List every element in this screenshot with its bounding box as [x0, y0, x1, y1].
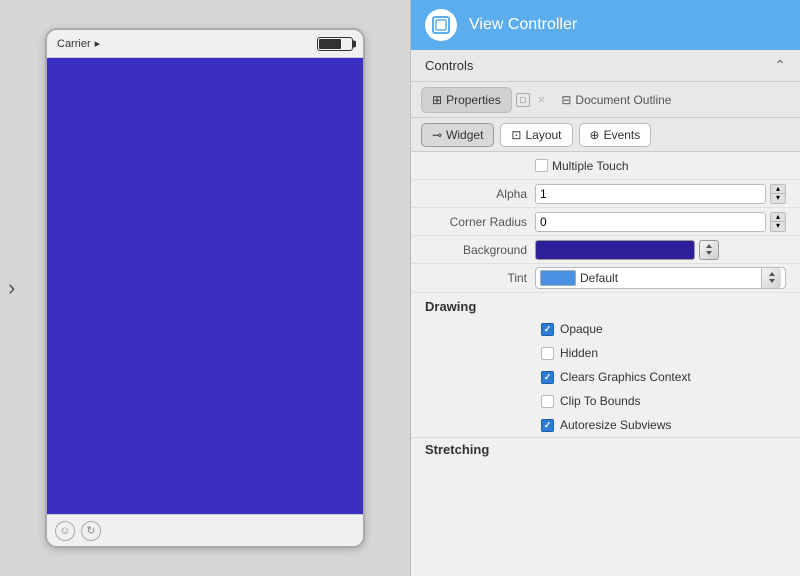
- corner-radius-stepper-down[interactable]: ▾: [770, 222, 786, 232]
- clears-graphics-checkbox[interactable]: [541, 371, 554, 384]
- tint-label: Tint: [425, 271, 535, 285]
- tint-dropdown-arrow[interactable]: [761, 268, 781, 288]
- doc-outline-label: Document Outline: [575, 93, 671, 107]
- multiple-touch-row: Multiple Touch: [411, 152, 800, 180]
- hidden-row: Hidden: [411, 341, 800, 365]
- corner-radius-input[interactable]: [535, 212, 766, 232]
- properties-icon: ⊞: [432, 93, 442, 107]
- properties-label: Properties: [446, 93, 501, 107]
- status-bar: Carrier ▸: [47, 30, 363, 58]
- corner-radius-row: Corner Radius ▴ ▾: [411, 208, 800, 236]
- tint-dropdown[interactable]: Default: [535, 267, 786, 289]
- tint-value: Default: [535, 267, 786, 289]
- vc-title: View Controller: [469, 16, 577, 34]
- tab-doc-outline[interactable]: ⊟ Document Outline: [553, 93, 679, 107]
- alpha-input[interactable]: [535, 184, 766, 204]
- tint-color-swatch: [540, 270, 576, 286]
- controls-row: Controls ⌃: [411, 50, 800, 82]
- controls-collapse-button[interactable]: ⌃: [774, 57, 786, 74]
- events-label: Events: [604, 128, 641, 142]
- widget-row: ⊸ Widget ⊡ Layout ⊕ Events: [411, 118, 800, 152]
- tabs-row: ⊞ Properties □ × ⊟ Document Outline: [411, 82, 800, 118]
- wifi-icon: ▸: [95, 37, 101, 50]
- bottom-bar: ☺ ↻: [47, 514, 363, 546]
- alpha-stepper-down[interactable]: ▾: [770, 194, 786, 204]
- stretching-header: Stretching: [425, 442, 489, 457]
- autoresize-row: Autoresize Subviews: [411, 413, 800, 437]
- tint-row: Tint Default: [411, 264, 800, 293]
- vc-header: View Controller: [411, 0, 800, 50]
- carrier-label: Carrier: [57, 38, 91, 50]
- multiple-touch-value: Multiple Touch: [535, 159, 786, 173]
- layout-label: Layout: [525, 128, 561, 142]
- tab-close-button[interactable]: □: [516, 93, 530, 107]
- background-label: Background: [425, 243, 535, 257]
- multiple-touch-checkbox[interactable]: [535, 159, 548, 172]
- autoresize-checkbox[interactable]: [541, 419, 554, 432]
- properties-content-area: Multiple Touch Alpha ▴ ▾ Corner Radius: [411, 152, 800, 576]
- hidden-label: Hidden: [560, 346, 598, 360]
- alpha-value: ▴ ▾: [535, 184, 786, 204]
- alpha-row: Alpha ▴ ▾: [411, 180, 800, 208]
- alpha-stepper[interactable]: ▴ ▾: [770, 184, 786, 204]
- battery-icon: [317, 37, 353, 51]
- clip-bounds-label: Clip To Bounds: [560, 394, 641, 408]
- multiple-touch-label: Multiple Touch: [552, 159, 629, 173]
- autoresize-label: Autoresize Subviews: [560, 418, 671, 432]
- simulator-panel: › Carrier ▸ ☺ ↻: [0, 0, 410, 576]
- layout-tab-button[interactable]: ⊡ Layout: [500, 123, 572, 147]
- clears-graphics-label: Clears Graphics Context: [560, 370, 691, 384]
- controls-label: Controls: [425, 58, 473, 73]
- widget-tab-button[interactable]: ⊸ Widget: [421, 123, 494, 147]
- clears-graphics-row: Clears Graphics Context: [411, 365, 800, 389]
- tab-properties[interactable]: ⊞ Properties: [421, 87, 512, 113]
- opaque-checkbox[interactable]: [541, 323, 554, 336]
- widget-label: Widget: [446, 128, 483, 142]
- corner-radius-stepper[interactable]: ▴ ▾: [770, 212, 786, 232]
- events-tab-button[interactable]: ⊕ Events: [579, 123, 652, 147]
- smiley-icon[interactable]: ☺: [55, 521, 75, 541]
- refresh-icon[interactable]: ↻: [81, 521, 101, 541]
- clip-bounds-row: Clip To Bounds: [411, 389, 800, 413]
- view-content: [47, 58, 363, 514]
- layout-icon: ⊡: [511, 128, 521, 142]
- properties-scroll[interactable]: Multiple Touch Alpha ▴ ▾ Corner Radius: [411, 152, 800, 576]
- corner-radius-stepper-up[interactable]: ▴: [770, 212, 786, 222]
- background-value: [535, 240, 786, 260]
- widget-icon: ⊸: [432, 128, 442, 142]
- events-icon: ⊕: [590, 128, 600, 142]
- tab-separator: ×: [534, 92, 550, 107]
- arrow-icon: ›: [8, 275, 15, 301]
- clip-bounds-checkbox[interactable]: [541, 395, 554, 408]
- hidden-checkbox[interactable]: [541, 347, 554, 360]
- background-dropdown-button[interactable]: [699, 240, 719, 260]
- iphone-frame: Carrier ▸ ☺ ↻: [45, 28, 365, 548]
- doc-outline-icon: ⊟: [561, 93, 571, 107]
- stretching-row: Stretching: [411, 437, 800, 461]
- tint-default-label: Default: [580, 271, 618, 285]
- alpha-stepper-up[interactable]: ▴: [770, 184, 786, 194]
- background-color-swatch[interactable]: [535, 240, 695, 260]
- background-row: Background: [411, 236, 800, 264]
- opaque-label: Opaque: [560, 322, 603, 336]
- inspector-panel: View Controller Controls ⌃ ⊞ Properties …: [410, 0, 800, 576]
- corner-radius-value: ▴ ▾: [535, 212, 786, 232]
- corner-radius-label: Corner Radius: [425, 215, 535, 229]
- vc-icon: [425, 9, 457, 41]
- opaque-row: Opaque: [411, 317, 800, 341]
- alpha-label: Alpha: [425, 187, 535, 201]
- status-left: Carrier ▸: [57, 37, 100, 50]
- drawing-header: Drawing: [411, 293, 800, 317]
